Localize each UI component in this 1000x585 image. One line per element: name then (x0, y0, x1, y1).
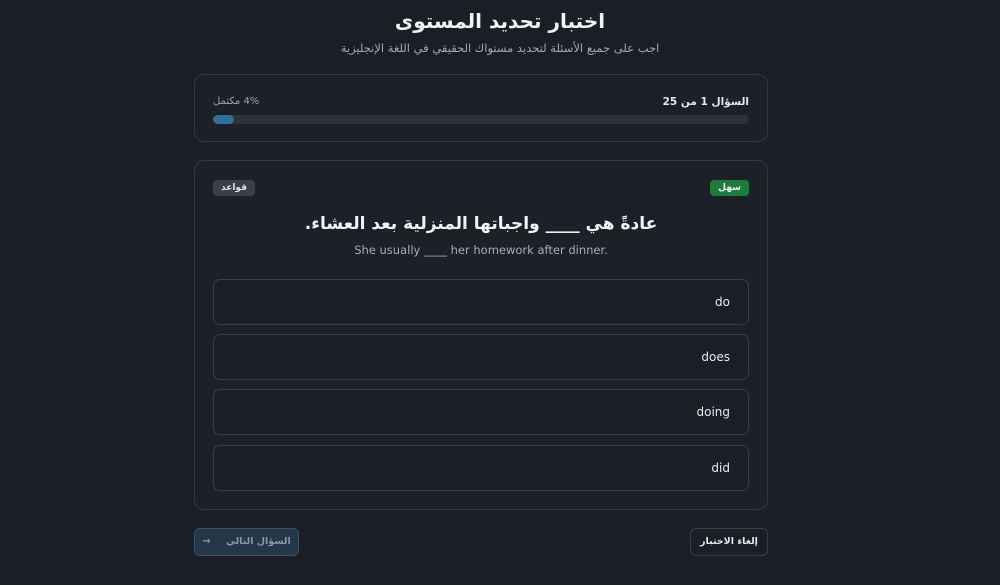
category-badge: قواعد (213, 180, 255, 196)
progress-percent-label: 4% مكتمل (213, 96, 260, 107)
question-text: عادةً هي ____ واجباتها المنزلية بعد العش… (304, 214, 658, 234)
progress-bar-fill (213, 115, 235, 124)
question-card: سهل قواعد عادةً هي ____ واجباتها المنزلي… (194, 160, 768, 510)
cancel-test-button[interactable]: إلغاء الاختبار (690, 528, 768, 556)
answer-option-doing[interactable]: doing (213, 389, 749, 435)
progress-card: السؤال 1 من 25 4% مكتمل (194, 74, 768, 142)
page-title: اختبار تحديد المستوى (394, 9, 606, 33)
difficulty-badge: سهل (710, 180, 749, 196)
page-subtitle: اجب على جميع الأسئلة لتحديد مستواك الحقي… (340, 41, 660, 55)
next-question-label: السؤال التالي (226, 536, 291, 547)
answer-option-do[interactable]: do (213, 279, 749, 325)
answer-option-label: does (701, 350, 730, 364)
answer-option-label: doing (696, 405, 730, 419)
answer-option-label: do (715, 295, 730, 309)
answer-option-did[interactable]: did (213, 445, 749, 491)
answer-option-does[interactable]: does (213, 334, 749, 380)
progress-bar (213, 115, 749, 124)
arrow-right-icon: → (202, 536, 211, 547)
placement-test-page: اختبار تحديد المستوى اجب على جميع الأسئل… (0, 0, 1000, 585)
answer-option-label: did (711, 461, 730, 475)
next-question-button[interactable]: السؤال التالي → (194, 528, 299, 556)
question-counter: السؤال 1 من 25 (662, 96, 749, 108)
question-translation: She usually ____ her homework after dinn… (354, 243, 608, 257)
